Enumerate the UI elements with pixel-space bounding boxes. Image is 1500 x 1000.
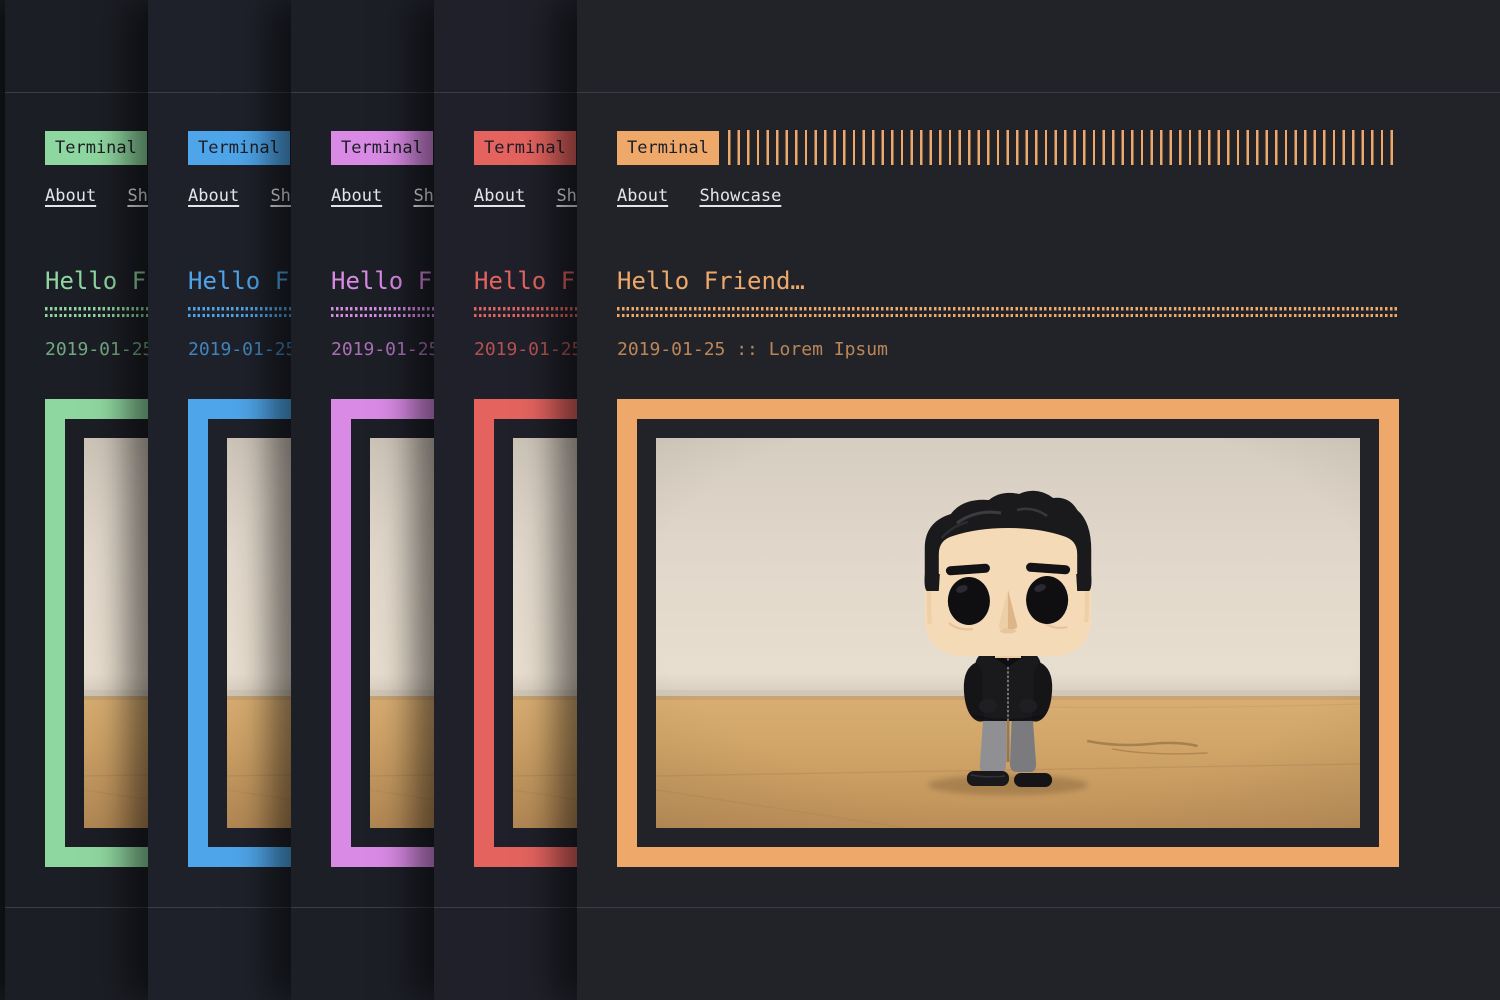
- site-logo[interactable]: Terminal: [617, 131, 719, 165]
- nav-link-about[interactable]: About: [331, 186, 382, 206]
- top-divider: [577, 92, 1500, 93]
- post-title[interactable]: Hello Friend…: [617, 267, 805, 295]
- theme-panel-orange: Terminal About Showcase Hello Friend… 20…: [577, 0, 1500, 1000]
- post-meta: 2019-01-25 :: Lorem Ipsum: [617, 339, 888, 360]
- site-logo[interactable]: Terminal: [45, 131, 147, 165]
- bottom-divider: [577, 907, 1500, 908]
- site-nav: About Showcase: [617, 186, 802, 206]
- site-logo[interactable]: Terminal: [474, 131, 576, 165]
- terminal-theme-showcase: Terminal About Showcase Hello Friend… 20…: [0, 0, 1500, 1000]
- nav-link-about[interactable]: About: [474, 186, 525, 206]
- nav-link-about[interactable]: About: [188, 186, 239, 206]
- post-image-frame: [617, 399, 1399, 867]
- dotted-separator: [617, 307, 1399, 317]
- header-stripes-decoration: [728, 130, 1399, 165]
- nav-link-about[interactable]: About: [617, 186, 668, 206]
- nav-link-showcase[interactable]: Showcase: [699, 186, 781, 206]
- site-logo[interactable]: Terminal: [188, 131, 290, 165]
- nav-link-about[interactable]: About: [45, 186, 96, 206]
- site-logo[interactable]: Terminal: [331, 131, 433, 165]
- funko-figure-photo: [656, 438, 1360, 828]
